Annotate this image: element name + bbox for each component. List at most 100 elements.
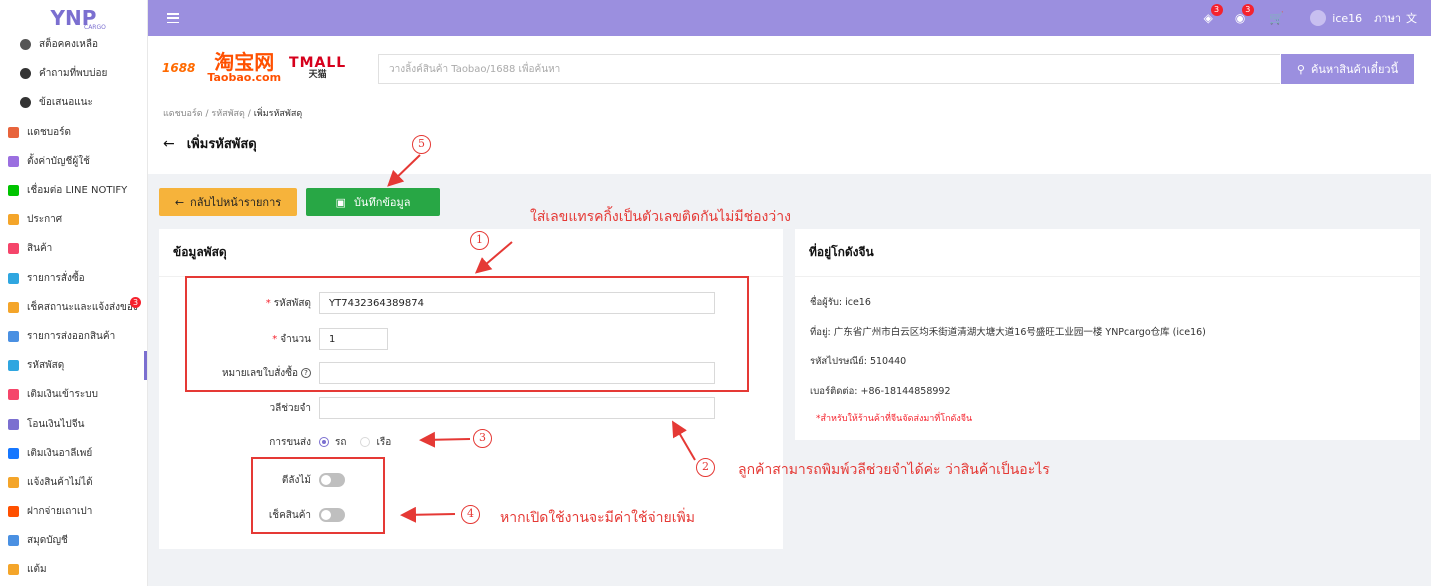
arrow-left-icon: ← [174,195,185,209]
annotation-number-5: 5 [412,135,431,154]
annotation-text-4: หากเปิดใช้งานจะมีค่าใช้จ่ายเพิ่ม [500,510,695,526]
brand-tmall-logo: TMALL 天猫 [289,56,346,80]
notification-badge: 3 [1210,4,1223,16]
tmall-en-text: TMALL [289,55,347,71]
sidebar-item[interactable]: เติมเงินเข้าระบบ [0,380,147,409]
translate-icon[interactable]: 文 [1406,10,1417,26]
sidebar-item-label: สต็อคคงเหลือ [39,39,99,51]
search-button[interactable]: ⚲ ค้นหาสินค้าเดี๋ยวนี้ [1281,54,1414,84]
warehouse-card: ที่อยู่โกดังจีน ชื่อผู้รับ: ice16 ที่อยู… [795,229,1420,440]
note-row: วลีช่วยจำ [164,397,715,419]
warehouse-note: *สำหรับให้ร้านค้าที่จีนจัดส่งมาที่โกดังจ… [816,414,973,424]
search-bar-row: 1688 淘宝网 Taobao.com TMALL 天猫 วางลิ้งค์สิ… [148,36,1431,100]
book-icon [8,535,19,547]
shipping-option-truck-label: รถ [335,436,347,448]
export-icon [8,330,19,342]
sidebar-item[interactable]: สินค้า [0,234,147,263]
shipping-option-truck[interactable]: รถ [319,435,346,450]
note-input[interactable] [319,397,715,419]
search-input[interactable]: วางลิ้งค์สินค้า Taobao/1688 เพื่อค้นหา [378,54,1280,84]
notification-icon[interactable]: ◈ 3 [1204,4,1223,25]
breadcrumb-current: เพิ่มรหัสพัสดุ [253,109,303,119]
report-icon [8,476,19,488]
transfer-china-icon [8,418,19,430]
sidebar-item-label: แจ้งสินค้าไม่ได้ [27,476,93,488]
address-value: 广东省广州市白云区均禾街道清湖大塘大道16号盛旺工业园一楼 YNPcargo仓库… [833,327,1206,338]
save-button[interactable]: ▣ บันทึกข้อมูล [306,188,440,216]
address-label: ที่อยู่: [810,327,831,338]
sidebar-item-label: ตั้งค่าบัญชีผู้ใช้ [27,155,90,167]
sidebar-item[interactable]: รหัสพัสดุ [0,351,147,381]
annotation-text-2: ลูกค้าสามารถพิมพ์วลีช่วยจำได้ค่ะ ว่าสินค… [738,462,1050,478]
sidebar-item-label: ข้อเสนอแนะ [39,97,93,109]
phone-label: เบอร์ติดต่อ: [810,386,858,397]
product-icon [8,243,19,255]
language-switcher[interactable]: ภาษา [1374,9,1401,27]
user-settings-icon [8,155,19,167]
sidebar-item[interactable]: แดชบอร์ด [0,118,147,147]
annotation-box-1 [185,276,749,392]
sidebar-item[interactable]: ข้อเสนอแนะ [0,88,147,117]
menu-toggle-icon[interactable] [167,13,179,23]
sidebar-item-label: เช็คสถานะและแจ้งส่งของ [27,301,138,313]
shipping-option-ship[interactable]: เรือ [360,435,391,450]
sidebar-item[interactable]: สมุดบัญชี [0,526,147,555]
sidebar-item-label: คำถามที่พบบ่อย [39,68,108,80]
topup-icon [8,389,19,401]
sidebar-item[interactable]: ฝากจ่ายเถาเปา [0,497,147,526]
sidebar-item-label: รหัสพัสดุ [27,360,65,372]
page-title-text: เพิ่มรหัสพัสดุ [186,137,257,152]
avatar[interactable] [1310,10,1327,26]
breadcrumb-separator: / [247,109,251,119]
top-bar: ◈ 3 ◉ 3 🛒 ice16 ภาษา 文 [148,0,1431,36]
header-area [148,100,1431,174]
order-icon [8,272,19,284]
breadcrumb-separator: / [205,109,209,119]
sidebar-item-label: แดชบอร์ด [27,126,71,138]
message-icon[interactable]: ◉ 3 [1235,4,1254,25]
sidebar-item[interactable]: โอนเงินไปจีน [0,409,147,438]
parcel-icon [8,360,19,372]
brand-taobao-logo: 淘宝网 Taobao.com [207,52,281,84]
sidebar-item[interactable]: รายการส่งออกสินค้า [0,322,147,351]
sidebar-item[interactable]: เชื่อมต่อ LINE NOTIFY [0,176,147,205]
radio-checked-icon [319,437,329,447]
sidebar-item-label: เติมเงินอาลีเพย์ [27,447,93,459]
shipping-row: การขนส่ง รถ เรือ [164,431,405,453]
page-title: ← เพิ่มรหัสพัสดุ [163,133,257,154]
sidebar-item[interactable]: สต็อคคงเหลือ [0,30,147,59]
sidebar-item-label: สมุดบัญชี [27,535,68,547]
sidebar-item[interactable]: ประกาศ [0,205,147,234]
annotation-number-4: 4 [461,505,480,524]
username[interactable]: ice16 [1332,12,1362,25]
annotation-number-3: 3 [473,429,492,448]
sidebar-item[interactable]: เช็คสถานะและแจ้งส่งของ 3 [0,293,147,322]
breadcrumb-parcel[interactable]: รหัสพัสดุ [211,109,245,119]
sidebar-item[interactable]: แต้ม [0,555,147,584]
shipping-option-ship-label: เรือ [376,436,392,448]
dashboard-icon [8,126,19,138]
cart-icon[interactable]: 🛒 [1269,11,1284,25]
search-placeholder: วางลิ้งค์สินค้า Taobao/1688 เพื่อค้นหา [389,63,561,75]
sidebar-item[interactable]: แจ้งสินค้าไม่ได้ [0,468,147,497]
stock-icon [20,39,31,51]
tmall-cn-text: 天猫 [308,70,327,80]
announce-icon [8,214,19,226]
back-arrow-icon[interactable]: ← [163,136,175,152]
breadcrumb: แดชบอร์ด / รหัสพัสดุ / เพิ่มรหัสพัสดุ [163,106,302,120]
sidebar-item[interactable]: เติมเงินอาลีเพย์ [0,439,147,468]
annotation-number-2: 2 [696,458,715,477]
sidebar-item[interactable]: คำถามที่พบบ่อย [0,59,147,88]
sidebar-item[interactable]: รายการสั่งซื้อ [0,264,147,293]
sidebar-item-label: แต้ม [27,564,47,576]
breadcrumb-dashboard[interactable]: แดชบอร์ด [163,109,203,119]
back-to-list-button[interactable]: ← กลับไปหน้ารายการ [159,188,297,216]
sidebar-menu: สต็อคคงเหลือคำถามที่พบบ่อยข้อเสนอแนะแดชบ… [0,30,147,585]
sidebar-item[interactable]: ตั้งค่าบัญชีผู้ใช้ [0,147,147,176]
message-badge: 3 [1241,4,1254,16]
points-icon [8,564,19,576]
sidebar-item-label: ประกาศ [27,214,63,226]
shipping-radio-group: รถ เรือ [319,435,405,450]
recipient-row: ชื่อผู้รับ: ice16 [810,295,871,310]
warehouse-title: ที่อยู่โกดังจีน [795,229,1420,277]
